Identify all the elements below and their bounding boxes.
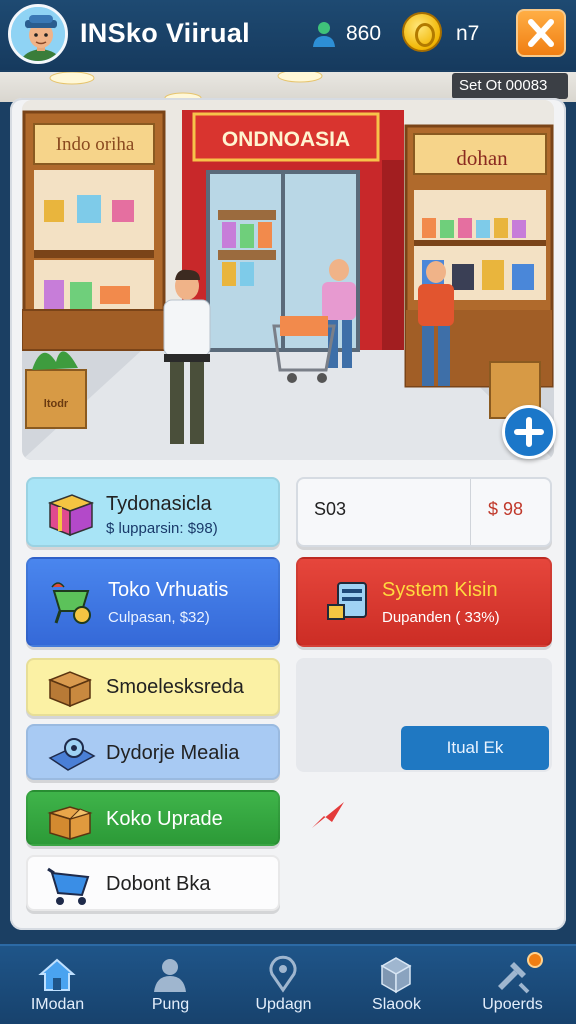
home-icon — [38, 958, 76, 991]
coin-icon — [402, 12, 442, 52]
players-icon — [313, 22, 335, 47]
hand-truck-icon — [47, 867, 90, 905]
cash-register-icon — [327, 582, 367, 620]
nav-label-stock: Slaook — [372, 996, 421, 1013]
coin-count: n7 — [456, 22, 480, 45]
location-icon — [269, 955, 297, 993]
price-right-value: $ 98 — [488, 499, 524, 519]
store-scene-illustration: Indo oriha ONDNOASIA dohan ltodr — [22, 100, 554, 460]
nav-label-profile: Pung — [151, 996, 190, 1013]
bike-card[interactable]: Dobont Bka — [26, 855, 280, 911]
price-divider — [470, 479, 471, 545]
shop-card-subtitle: $ lupparsin: $98) — [106, 520, 218, 537]
nav-item-profile[interactable]: Pung — [113, 946, 228, 1024]
wooden-crate-icon — [47, 671, 93, 708]
tape-dispenser-icon — [48, 738, 96, 771]
close-icon — [528, 19, 554, 47]
right-shop-sign: dohan — [456, 146, 508, 170]
virtual-shop-subtitle: Culpasan, $32) — [108, 609, 210, 626]
upgrades-notification-dot — [527, 952, 543, 968]
media-card[interactable]: Dydorje Mealia — [26, 724, 280, 780]
avatar-portrait-icon — [11, 7, 65, 61]
game-title: INSko Viirual — [80, 18, 250, 48]
nav-item-location[interactable]: Updagn — [226, 946, 341, 1024]
upgrade-card-title: Koko Uprade — [106, 808, 223, 830]
tools-icon — [498, 962, 530, 994]
gift-box-icon — [47, 494, 95, 537]
bike-card-title: Dobont Bka — [106, 873, 211, 895]
corner-badge: Set Ot 00083 — [452, 73, 568, 99]
system-card-subtitle: Dupanden ( 33%) — [382, 609, 500, 626]
shop-card[interactable]: Tydonasicla $ lupparsin: $98) — [26, 477, 280, 547]
crate-label: ltodr — [43, 398, 69, 410]
top-bar: INSko Viirual 860 n7 — [0, 0, 576, 70]
wheelbarrow-icon — [51, 582, 91, 624]
nav-item-home[interactable]: IModan — [0, 946, 115, 1024]
shop-card-title: Tydonasicla — [106, 493, 212, 515]
center-shop-sign: ONDNOASIA — [221, 128, 351, 151]
bottom-navigation: IModan Pung Updagn Slaook Upoerds — [0, 944, 576, 1024]
nav-label-location: Updagn — [255, 996, 312, 1013]
small-items-card[interactable]: Smoelesksreda — [26, 658, 280, 716]
package-icon — [380, 957, 412, 994]
virtual-button[interactable]: Itual Ek — [401, 726, 549, 770]
profile-icon — [154, 959, 186, 992]
player-avatar[interactable] — [8, 4, 68, 64]
plus-icon — [514, 417, 544, 447]
nav-label-upgrades: Upoerds — [482, 996, 543, 1013]
small-items-title: Smoelesksreda — [106, 676, 244, 698]
open-box-icon — [47, 806, 93, 841]
price-left-value: S03 — [314, 499, 347, 519]
players-count: 860 — [346, 22, 382, 45]
left-shop-sign: Indo oriha — [55, 134, 135, 155]
nav-item-stock[interactable]: Slaook — [339, 946, 454, 1024]
system-card[interactable]: System Kisin Dupanden ( 33%) — [296, 557, 552, 647]
close-button[interactable] — [516, 9, 566, 57]
nav-item-upgrades[interactable]: Upoerds — [455, 946, 570, 1024]
pointer-arrow-icon — [312, 802, 344, 828]
nav-label-home: IModan — [30, 996, 85, 1013]
media-card-title: Dydorje Mealia — [106, 742, 240, 764]
virtual-shop-title: Toko Vrhuatis — [108, 579, 229, 601]
add-button[interactable] — [502, 405, 556, 459]
price-card: S03 $ 98 — [296, 477, 552, 547]
virtual-shop-card[interactable]: Toko Vrhuatis Culpasan, $32) — [26, 557, 280, 647]
system-card-title: System Kisin — [382, 579, 498, 601]
upgrade-card[interactable]: Koko Uprade — [26, 790, 280, 846]
